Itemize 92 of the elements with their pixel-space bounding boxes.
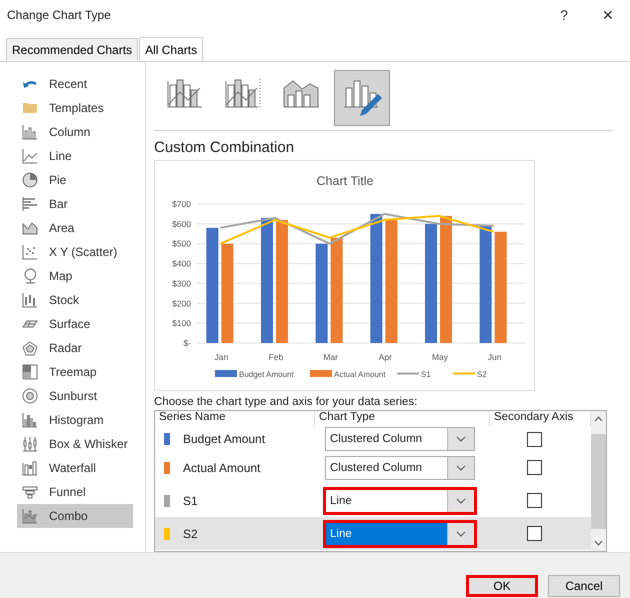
chart-type-dropdown[interactable]: Line — [323, 520, 477, 548]
close-button[interactable]: ✕ — [586, 0, 630, 30]
sidebar-item[interactable]: Waterfall — [17, 456, 133, 480]
sidebar-item[interactable]: Funnel — [17, 480, 133, 504]
dialog-button[interactable]: Cancel — [548, 575, 620, 597]
chevron-down-icon — [456, 464, 466, 470]
sidebar-item[interactable]: Line — [17, 144, 133, 168]
y-tick-label: $200 — [172, 298, 191, 308]
sidebar-item[interactable]: Area — [17, 216, 133, 240]
legend-swatch — [310, 370, 332, 377]
dialog-button[interactable]: OK — [466, 575, 538, 597]
chart-type-dropdown[interactable]: Line — [323, 486, 477, 514]
checkbox[interactable] — [527, 432, 542, 446]
legend-line — [453, 372, 475, 374]
bar-chart-icon — [22, 196, 38, 212]
sidebar-item[interactable]: Map — [17, 264, 133, 288]
histogram-icon — [22, 412, 38, 428]
legend-swatch — [215, 370, 237, 377]
x-tick-label: Feb — [268, 352, 284, 362]
sidebar-item[interactable]: Combo — [17, 504, 133, 528]
checkbox[interactable] — [527, 493, 542, 508]
series-name: Budget Amount — [183, 432, 266, 446]
waterfall-chart-icon — [22, 460, 38, 476]
globe-icon — [24, 268, 36, 284]
combo-chart-icon — [22, 508, 38, 524]
series-name: Actual Amount — [183, 460, 260, 474]
sidebar-item[interactable]: Surface — [17, 312, 133, 336]
folder-icon — [22, 102, 38, 114]
sidebar-item[interactable]: Column — [17, 120, 133, 144]
sidebar-item[interactable]: Box & Whisker — [17, 432, 133, 456]
sidebar-item[interactable]: Stock — [17, 288, 133, 312]
chart-subtype-button[interactable] — [334, 70, 390, 126]
treemap-icon — [22, 364, 38, 380]
chart-type-dropdown[interactable]: Clustered Column — [325, 456, 475, 480]
tab[interactable]: Recommended Charts — [6, 38, 138, 60]
line-chart-icon — [22, 148, 38, 164]
surface-chart-icon — [22, 320, 38, 328]
checkbox[interactable] — [527, 526, 542, 541]
legend-label: Actual Amount — [334, 370, 386, 379]
series-name: S1 — [183, 494, 198, 508]
sunburst-icon — [22, 388, 38, 404]
radar-chart-icon — [22, 340, 38, 356]
y-tick-label: $400 — [172, 258, 191, 269]
tab[interactable]: All Charts — [139, 37, 204, 61]
chevron-up-icon[interactable] — [594, 416, 603, 422]
funnel-chart-icon — [22, 486, 38, 498]
sidebar-item[interactable]: Recent — [17, 72, 133, 96]
help-button[interactable]: ? — [542, 0, 586, 30]
x-tick-label: Jan — [214, 352, 228, 362]
legend-label: S2 — [477, 370, 487, 379]
x-tick-label: May — [432, 352, 448, 362]
y-tick-label: $- — [183, 338, 191, 348]
legend-line — [397, 372, 419, 374]
legend-label: S1 — [421, 370, 431, 379]
sidebar-item[interactable]: Bar — [17, 192, 133, 216]
sidebar-item[interactable]: Radar — [17, 336, 133, 360]
y-tick-label: $700 — [172, 199, 191, 209]
chart-title: Chart Title — [316, 174, 374, 188]
chart-type-dropdown[interactable]: Clustered Column — [325, 427, 475, 451]
checkbox[interactable] — [527, 460, 542, 475]
instruction-text: Choose the chart type and axis for your data series: — [154, 396, 418, 408]
x-tick-label: Apr — [378, 352, 392, 362]
box-plot-icon — [22, 436, 38, 452]
area-chart-icon — [22, 222, 38, 234]
sidebar-item[interactable]: Treemap — [17, 360, 133, 384]
x-tick-label: Jun — [488, 352, 502, 362]
window-title: Change Chart Type — [7, 8, 112, 22]
chevron-down-icon — [456, 436, 466, 442]
sidebar-item[interactable]: Pie — [17, 168, 133, 192]
chevron-down-icon — [456, 530, 466, 536]
section-title: Custom Combination — [154, 139, 296, 156]
sidebar-item[interactable]: Histogram — [17, 408, 133, 432]
pencil-chart-icon — [341, 78, 383, 118]
series-name: S2 — [183, 526, 198, 540]
y-tick-label: $600 — [172, 218, 191, 229]
x-tick-label: Mar — [323, 352, 338, 362]
sidebar-item[interactable]: Templates — [17, 96, 133, 120]
pie-chart-icon — [22, 172, 38, 188]
y-tick-label: $300 — [172, 278, 191, 288]
legend-label: Budget Amount — [239, 370, 294, 379]
y-tick-label: $100 — [172, 318, 191, 328]
scatter-chart-icon — [22, 244, 38, 260]
sidebar-item[interactable]: X Y (Scatter) — [17, 240, 133, 264]
y-tick-label: $500 — [172, 238, 191, 249]
stock-chart-icon — [22, 292, 38, 308]
scrollbar[interactable] — [591, 411, 606, 551]
sidebar-item[interactable]: Sunburst — [17, 384, 133, 408]
column-chart-icon — [22, 124, 38, 140]
column-header: Series Name — [155, 411, 315, 427]
chevron-down-icon — [456, 498, 466, 504]
chevron-down-icon[interactable] — [594, 540, 603, 546]
undo-arrow-icon — [22, 80, 38, 88]
